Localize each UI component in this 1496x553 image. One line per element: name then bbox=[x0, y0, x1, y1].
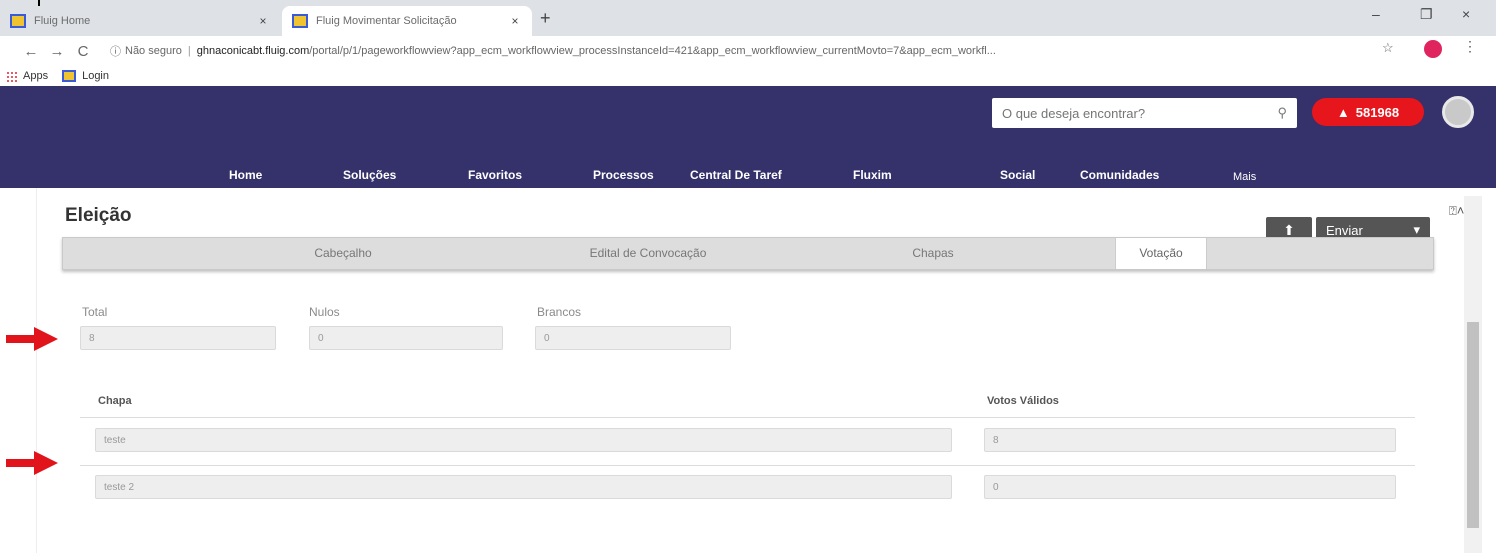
annotation-arrow-icon bbox=[6, 451, 58, 475]
table-divider bbox=[80, 417, 1415, 418]
nav-item-comunidades[interactable]: Comunidades bbox=[1080, 168, 1159, 182]
back-button[interactable]: ← bbox=[18, 43, 44, 60]
bookmark-star-icon[interactable]: ☆ bbox=[1382, 40, 1394, 56]
total-label: Total bbox=[82, 305, 108, 319]
tab-title: Fluig Movimentar Solicitação bbox=[316, 15, 457, 27]
page-scrollbar[interactable] bbox=[1464, 196, 1482, 553]
address-bar[interactable]: ⓘ Não seguro | ghnaconicabt.fluig.com /p… bbox=[110, 40, 1405, 62]
table-row-votos-field[interactable] bbox=[984, 475, 1396, 499]
url-separator: | bbox=[187, 45, 191, 57]
fluig-favicon-icon bbox=[10, 14, 26, 28]
user-avatar[interactable] bbox=[1442, 96, 1474, 128]
tab-votacao[interactable]: Votação bbox=[1115, 238, 1207, 269]
nav-item-social[interactable]: Social bbox=[1000, 168, 1035, 182]
tab-chapas[interactable]: Chapas bbox=[863, 238, 1003, 269]
nav-item-mais[interactable]: Mais bbox=[1233, 171, 1256, 183]
minimize-button[interactable]: – bbox=[1372, 6, 1380, 22]
browser-menu-icon[interactable]: ⋮ bbox=[1463, 38, 1477, 55]
nulos-label: Nulos bbox=[309, 305, 340, 319]
bookmark-login[interactable]: Login bbox=[62, 70, 109, 82]
table-divider bbox=[80, 465, 1415, 466]
table-row-chapa-field[interactable] bbox=[95, 428, 952, 452]
nav-item-home[interactable]: Home bbox=[229, 168, 262, 182]
column-header-chapa: Chapa bbox=[98, 395, 132, 407]
new-tab-button[interactable]: + bbox=[540, 8, 551, 29]
browser-tab-movimentar[interactable]: Fluig Movimentar Solicitação × bbox=[282, 6, 532, 36]
bookmarks-bar: Apps Login bbox=[0, 66, 1496, 86]
reload-button[interactable]: C bbox=[70, 43, 96, 60]
nav-item-fluxim[interactable]: Fluxim bbox=[853, 168, 892, 182]
nav-item-favoritos[interactable]: Favoritos bbox=[468, 168, 522, 182]
browser-tabstrip: Fluig Home × Fluig Movimentar Solicitaçã… bbox=[0, 0, 1496, 36]
send-label: Enviar bbox=[1326, 222, 1363, 238]
close-tab-icon[interactable]: × bbox=[256, 14, 270, 28]
page-title: Eleição bbox=[65, 205, 132, 226]
search-input[interactable] bbox=[1002, 105, 1278, 121]
help-icon[interactable]: ⍰˄ bbox=[1449, 203, 1464, 219]
browser-toolbar: ← → C ⓘ Não seguro | ghnaconicabt.fluig.… bbox=[0, 36, 1496, 66]
scrollbar-thumb[interactable] bbox=[1467, 322, 1479, 528]
nav-item-central-tarefas[interactable]: Central De Taref bbox=[690, 168, 782, 182]
browser-tab-home[interactable]: Fluig Home × bbox=[0, 6, 280, 36]
total-field[interactable] bbox=[80, 326, 276, 350]
arrow-up-icon: ⬆ bbox=[1283, 221, 1295, 238]
table-row-votos-field[interactable] bbox=[984, 428, 1396, 452]
info-icon: ⓘ bbox=[110, 46, 121, 58]
profile-avatar-icon[interactable] bbox=[1424, 40, 1442, 58]
table-row-chapa-field[interactable] bbox=[95, 475, 952, 499]
close-window-button[interactable]: × bbox=[1462, 6, 1470, 22]
apps-grid-icon bbox=[6, 70, 17, 82]
url-path: /portal/p/1/pageworkflowview?app_ecm_wor… bbox=[309, 45, 996, 57]
url-host: ghnaconicabt.fluig.com bbox=[196, 45, 310, 57]
caret-down-icon: ▾ bbox=[1413, 222, 1420, 237]
global-search[interactable]: ⚲ bbox=[992, 98, 1297, 128]
tab-title: Fluig Home bbox=[34, 15, 91, 27]
nav-item-processos[interactable]: Processos bbox=[593, 168, 654, 182]
restore-button[interactable]: ❐ bbox=[1420, 6, 1433, 23]
column-header-votos: Votos Válidos bbox=[987, 395, 1059, 407]
notifications-badge[interactable]: ▲ 581968 bbox=[1312, 98, 1424, 126]
security-label: Não seguro bbox=[125, 45, 182, 57]
fluig-header: ⚲ ▲ 581968 Home Soluções Favoritos Proce… bbox=[0, 86, 1496, 188]
nulos-field[interactable] bbox=[309, 326, 503, 350]
form-tabbar: Cabeçalho Edital de Convocação Chapas Vo… bbox=[62, 237, 1434, 270]
forward-button[interactable]: → bbox=[44, 43, 70, 60]
fluig-favicon-icon bbox=[62, 70, 77, 82]
nav-item-solucoes[interactable]: Soluções bbox=[343, 168, 396, 182]
warning-icon: ▲ bbox=[1336, 104, 1350, 120]
tab-cabecalho[interactable]: Cabeçalho bbox=[243, 238, 443, 269]
brancos-field[interactable] bbox=[535, 326, 731, 350]
close-tab-icon[interactable]: × bbox=[508, 14, 522, 28]
search-icon[interactable]: ⚲ bbox=[1277, 105, 1287, 121]
annotation-arrow-icon bbox=[6, 327, 58, 351]
fluig-favicon-icon bbox=[292, 14, 308, 28]
notification-count: 581968 bbox=[1355, 104, 1400, 120]
bookmark-apps[interactable]: Apps bbox=[6, 70, 48, 82]
main-nav: Home Soluções Favoritos Processos Centra… bbox=[0, 168, 1496, 188]
bookmark-label: Apps bbox=[23, 70, 49, 82]
tab-edital[interactable]: Edital de Convocação bbox=[543, 238, 753, 269]
screenshot-root: Fluig Home × Fluig Movimentar Solicitaçã… bbox=[0, 0, 1496, 553]
bookmark-label: Login bbox=[82, 70, 109, 82]
brancos-label: Brancos bbox=[537, 305, 582, 319]
